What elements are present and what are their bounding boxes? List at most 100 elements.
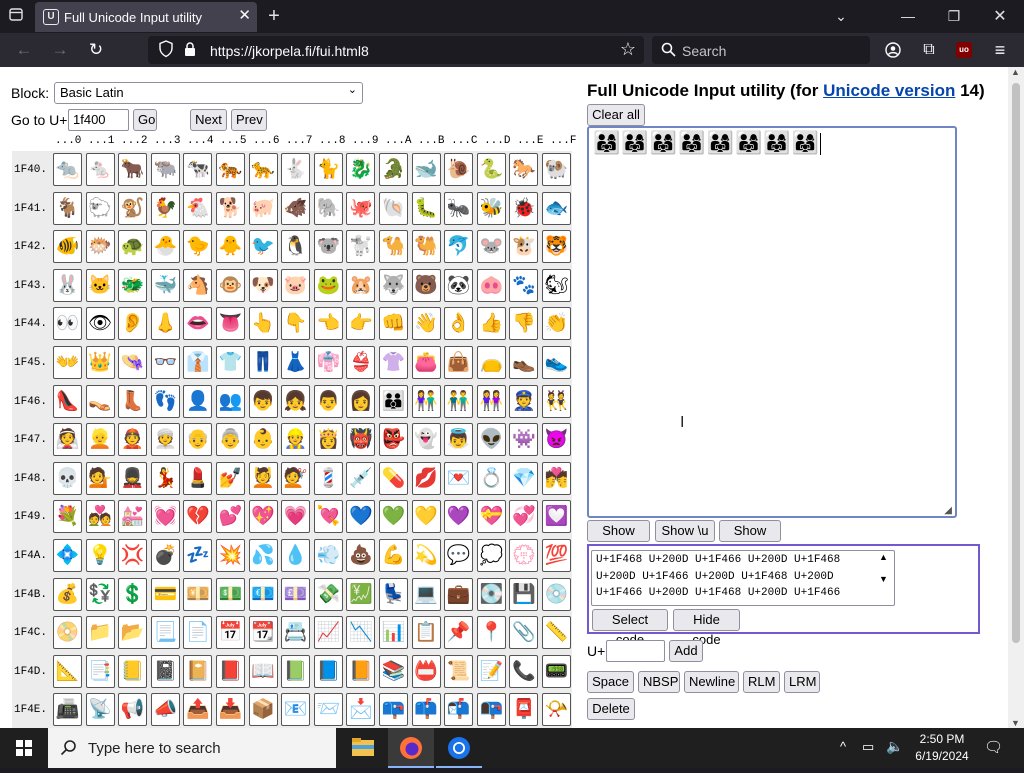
char-cell[interactable]: 📀: [53, 616, 82, 650]
char-cell[interactable]: 🐫: [411, 230, 441, 264]
menu-icon[interactable]: ≡: [985, 33, 1015, 67]
char-cell[interactable]: 💲: [118, 577, 148, 611]
char-cell[interactable]: 🐋: [411, 153, 441, 186]
char-cell[interactable]: 💸: [313, 577, 343, 611]
delete-button[interactable]: Delete: [587, 698, 635, 720]
char-cell[interactable]: 💧: [281, 539, 311, 572]
char-cell[interactable]: 👑: [85, 346, 115, 379]
char-cell[interactable]: 💅: [216, 461, 245, 495]
close-tab-icon[interactable]: ✕: [238, 6, 251, 24]
char-cell[interactable]: 📃: [150, 616, 180, 650]
char-cell[interactable]: 💒: [118, 500, 148, 534]
char-cell[interactable]: 💶: [248, 577, 278, 611]
add-button[interactable]: Add: [669, 640, 703, 662]
char-cell[interactable]: 💆: [248, 461, 278, 495]
notifications-icon[interactable]: 🗨: [984, 738, 1003, 756]
bookmark-star-icon[interactable]: ☆: [620, 39, 636, 60]
char-cell[interactable]: 💿: [542, 577, 571, 611]
char-cell[interactable]: 📏: [542, 616, 571, 650]
file-explorer-icon[interactable]: [340, 728, 386, 768]
char-cell[interactable]: 👖: [248, 346, 278, 379]
char-cell[interactable]: 📠: [53, 693, 82, 727]
char-cell[interactable]: 💼: [444, 577, 474, 611]
char-cell[interactable]: 👠: [53, 384, 82, 418]
char-cell[interactable]: 🐪: [379, 230, 408, 264]
char-cell[interactable]: 🐡: [85, 230, 115, 264]
char-cell[interactable]: 👊: [379, 307, 408, 341]
char-cell[interactable]: 🐂: [118, 153, 148, 186]
char-cell[interactable]: 🐽: [476, 268, 506, 302]
volume-muted-icon[interactable]: 🔈: [886, 738, 903, 755]
char-cell[interactable]: 💤: [183, 539, 213, 572]
char-cell[interactable]: 👕: [216, 346, 245, 379]
char-cell[interactable]: 🐹: [346, 268, 376, 302]
char-cell[interactable]: 🐘: [313, 191, 343, 225]
char-cell[interactable]: 💱: [85, 577, 115, 611]
char-cell[interactable]: 👺: [379, 423, 408, 457]
minimize-icon[interactable]: —: [896, 0, 920, 33]
char-cell[interactable]: 💯: [542, 539, 571, 572]
char-cell[interactable]: 👴: [183, 423, 213, 457]
char-cell[interactable]: 💏: [542, 461, 571, 495]
close-window-icon[interactable]: ✕: [988, 0, 1012, 33]
char-cell[interactable]: 👨: [313, 384, 343, 418]
char-cell[interactable]: 💃: [150, 461, 180, 495]
char-cell[interactable]: 👔: [183, 346, 213, 379]
char-cell[interactable]: 👤: [183, 384, 213, 418]
char-cell[interactable]: 🐎: [509, 153, 539, 186]
newline-button[interactable]: Newline: [684, 671, 739, 693]
char-cell[interactable]: 👮: [509, 384, 539, 418]
char-cell[interactable]: 💹: [346, 577, 376, 611]
char-cell[interactable]: 🐅: [216, 153, 245, 186]
char-cell[interactable]: 💵: [216, 577, 245, 611]
reload-icon[interactable]: ↻: [81, 33, 111, 67]
char-cell[interactable]: 👣: [150, 384, 180, 418]
resize-handle-icon[interactable]: ◢: [944, 505, 953, 516]
char-cell[interactable]: 🐶: [248, 268, 278, 302]
char-cell[interactable]: 📤: [183, 693, 213, 727]
char-cell[interactable]: 👳: [150, 423, 180, 457]
char-cell[interactable]: 💫: [411, 539, 441, 572]
char-cell[interactable]: 📌: [444, 616, 474, 650]
extensions-icon[interactable]: ⧉: [914, 33, 944, 67]
char-cell[interactable]: 🐯: [542, 230, 571, 264]
char-cell[interactable]: 💑: [85, 500, 115, 534]
char-cell[interactable]: 📆: [248, 616, 278, 650]
uplus-input[interactable]: [606, 640, 665, 662]
char-cell[interactable]: 🐚: [379, 191, 408, 225]
char-cell[interactable]: 👈: [313, 307, 343, 341]
char-cell[interactable]: 🐰: [53, 268, 82, 302]
char-cell[interactable]: 👽: [476, 423, 506, 457]
char-cell[interactable]: 👏: [542, 307, 571, 341]
account-icon[interactable]: [878, 33, 908, 67]
char-cell[interactable]: 📢: [118, 693, 148, 727]
network-icon[interactable]: ▭: [862, 739, 874, 755]
char-cell[interactable]: 👍: [476, 307, 506, 341]
char-cell[interactable]: 📜: [444, 654, 474, 688]
char-cell[interactable]: 🐥: [216, 230, 245, 264]
char-cell[interactable]: 🐜: [444, 191, 474, 225]
char-cell[interactable]: 🐈: [313, 153, 343, 186]
char-cell[interactable]: 👅: [216, 307, 245, 341]
char-cell[interactable]: 👢: [118, 384, 148, 418]
next-button[interactable]: Next: [190, 109, 227, 131]
char-cell[interactable]: 👁: [85, 307, 115, 341]
char-cell[interactable]: 📭: [476, 693, 506, 727]
char-cell[interactable]: 📄: [183, 616, 213, 650]
char-cell[interactable]: 👰: [53, 423, 82, 457]
search-bar[interactable]: Search: [652, 36, 870, 64]
url-bar[interactable]: https://jkorpela.fi/fui.html8 ☆: [148, 36, 644, 64]
char-cell[interactable]: 🐆: [248, 153, 278, 186]
char-cell[interactable]: 🐊: [379, 153, 408, 186]
scroll-up-arrow-icon[interactable]: ▲: [1011, 67, 1020, 77]
char-cell[interactable]: 💓: [150, 500, 180, 534]
char-cell[interactable]: 👷: [281, 423, 311, 457]
hide-code-button[interactable]: Hide code: [673, 609, 740, 647]
char-cell[interactable]: 🐏: [542, 153, 571, 186]
char-cell[interactable]: 🐟: [542, 191, 571, 225]
char-cell[interactable]: 💞: [509, 500, 539, 534]
char-cell[interactable]: 💎: [509, 461, 539, 495]
char-cell[interactable]: 💺: [379, 577, 408, 611]
scroll-up-icon[interactable]: ▲: [879, 552, 888, 562]
char-cell[interactable]: 💳: [150, 577, 180, 611]
